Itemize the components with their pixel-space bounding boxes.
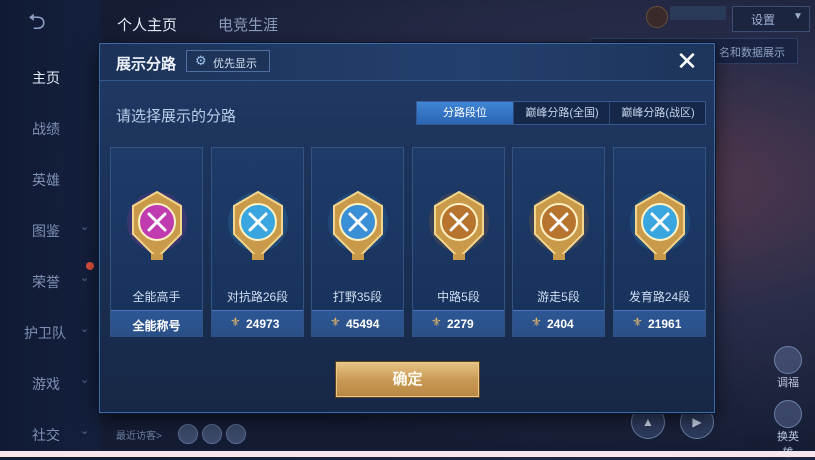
tooltip-text: 名和数据展示 xyxy=(719,47,785,59)
all-round-medal-icon xyxy=(127,190,187,260)
settings-label: 设置 xyxy=(751,13,776,27)
lane-name: 中路5段 xyxy=(437,290,480,304)
sidebar-item-label: 护卫队 xyxy=(24,325,66,341)
sidebar-item-home[interactable]: 主页 xyxy=(0,62,100,92)
lane-score-bar: ⚜ 21961 xyxy=(614,310,705,337)
tab-personal-home[interactable]: 个人主页 xyxy=(117,14,177,35)
lane-score-bar: ⚜ 45494 xyxy=(312,310,403,337)
priority-label: 优先显示 xyxy=(213,58,257,70)
hero-icon xyxy=(774,400,802,428)
sidebar-item-label: 荣誉 xyxy=(32,274,60,290)
lane-score-bar: ⚜ 2404 xyxy=(513,310,604,337)
mid-lane-medal-icon xyxy=(429,190,489,260)
lane-name: 游走5段 xyxy=(537,290,580,304)
sidebar-item-guard-team[interactable]: 护卫队 ⌄ xyxy=(0,317,100,347)
lane-card[interactable]: 中路5段 ⚜ 2279 xyxy=(412,147,505,337)
sidebar-item-label: 图鉴 xyxy=(32,223,60,239)
power-points-icon: ⚜ xyxy=(431,315,442,329)
priority-display-button[interactable]: ⚙ 优先显示 xyxy=(186,50,270,72)
back-arrow-icon[interactable]: ⮌ xyxy=(28,10,68,34)
sidebar-item-label: 主页 xyxy=(32,70,60,86)
tab-lane-rank[interactable]: 分路段位 xyxy=(417,102,513,124)
lane-tabs: 分路段位 巅峰分路(全国) 巅峰分路(战区) xyxy=(416,101,706,125)
jungle-medal-icon xyxy=(328,190,388,260)
chevron-down-icon: ▼ xyxy=(793,11,803,22)
dialog-header: 展示分路 ⚙ 优先显示 ✕ xyxy=(100,44,714,81)
lane-score-value: 2279 xyxy=(447,317,474,331)
lane-card[interactable]: 游走5段 ⚜ 2404 xyxy=(512,147,605,337)
lane-name: 打野35段 xyxy=(332,290,383,304)
notification-dot-icon xyxy=(86,262,94,270)
lane-score-value: 45494 xyxy=(346,317,380,331)
tab-esports-career[interactable]: 电竞生涯 xyxy=(218,14,278,35)
lane-card[interactable]: 全能高手 全能称号 xyxy=(110,147,203,337)
farm-lane-medal-icon xyxy=(630,190,690,260)
lane-display-dialog: 展示分路 ⚙ 优先显示 ✕ 请选择展示的分路 分路段位 巅峰分路(全国) 巅峰分… xyxy=(99,43,715,413)
dialog-title: 展示分路 xyxy=(116,56,177,73)
recent-visitors-link[interactable]: 最近访客> xyxy=(116,427,162,442)
chevron-down-icon: ⌄ xyxy=(80,374,90,386)
power-points-icon: ⚜ xyxy=(330,315,341,329)
sidebar: ⮌ 主页 战绩 英雄 图鉴 ⌄ 荣誉 ⌄ 护卫队 ⌄ 游戏 ⌄ 社交 ⌄ xyxy=(0,0,100,457)
dialog-subtitle: 请选择展示的分路 xyxy=(116,108,237,125)
avatar[interactable] xyxy=(178,424,198,444)
sidebar-item-record[interactable]: 战绩 xyxy=(0,113,100,143)
lane-card[interactable]: 发育路24段 ⚜ 21961 xyxy=(613,147,706,337)
tab-peak-national[interactable]: 巅峰分路(全国) xyxy=(513,102,610,124)
chevron-down-icon: ⌄ xyxy=(80,272,90,284)
lane-name: 对抗路26段 xyxy=(226,290,289,304)
lane-card[interactable]: 打野35段 ⚜ 45494 xyxy=(311,147,404,337)
lane-score-value: 全能称号 xyxy=(132,319,181,333)
sidebar-item-social[interactable]: 社交 ⌄ xyxy=(0,419,100,449)
chevron-down-icon: ⌄ xyxy=(80,323,90,335)
lane-score-value: 2404 xyxy=(547,317,574,331)
chevron-down-icon: ⌄ xyxy=(80,221,90,233)
confirm-button[interactable]: 确定 xyxy=(336,362,479,397)
sidebar-item-honor[interactable]: 荣誉 ⌄ xyxy=(0,266,100,296)
sidebar-item-label: 社交 xyxy=(32,427,60,443)
lane-score-bar: ⚜ 24973 xyxy=(212,310,303,337)
lane-score-value: 21961 xyxy=(648,317,682,331)
bottom-strip xyxy=(0,451,815,457)
lane-score-bar: ⚜ 2279 xyxy=(413,310,504,337)
sidebar-item-codex[interactable]: 图鉴 ⌄ xyxy=(0,215,100,245)
sidebar-item-label: 战绩 xyxy=(32,121,60,137)
sidebar-item-heroes[interactable]: 英雄 xyxy=(0,164,100,194)
power-points-icon: ⚜ xyxy=(230,315,241,329)
tab-peak-region[interactable]: 巅峰分路(战区) xyxy=(609,102,706,124)
chevron-down-icon: ⌄ xyxy=(80,425,90,437)
roam-medal-icon xyxy=(529,190,589,260)
lane-name: 发育路24段 xyxy=(628,290,691,304)
sidebar-item-games[interactable]: 游戏 ⌄ xyxy=(0,368,100,398)
settings-button[interactable]: 设置 ▼ xyxy=(732,6,810,32)
adjust-icon xyxy=(774,346,802,374)
adjust-button[interactable]: 调福 xyxy=(772,346,804,390)
avatar[interactable] xyxy=(226,424,246,444)
avatar[interactable] xyxy=(646,6,668,28)
adjust-label: 调福 xyxy=(777,377,799,389)
user-tag xyxy=(670,6,726,20)
lane-card[interactable]: 对抗路26段 ⚜ 24973 xyxy=(211,147,304,337)
lane-score-bar: 全能称号 xyxy=(111,310,202,337)
lane-score-value: 24973 xyxy=(246,317,280,331)
close-icon[interactable]: ✕ xyxy=(672,46,702,76)
sidebar-item-label: 英雄 xyxy=(32,172,60,188)
power-points-icon: ⚜ xyxy=(632,315,643,329)
lane-name: 全能高手 xyxy=(132,290,181,304)
avatar[interactable] xyxy=(202,424,222,444)
clash-lane-medal-icon xyxy=(228,190,288,260)
gear-icon: ⚙ xyxy=(195,53,207,68)
power-points-icon: ⚜ xyxy=(531,315,542,329)
sidebar-item-label: 游戏 xyxy=(32,376,60,392)
